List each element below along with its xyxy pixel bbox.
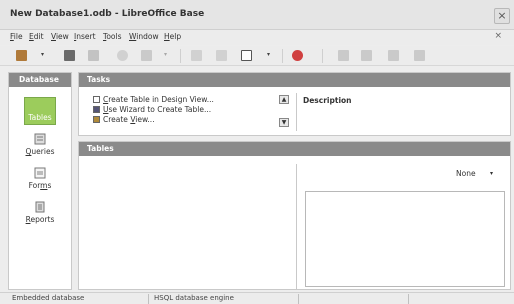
status-bar: Embedded database HSQL database engine [0, 292, 514, 304]
description-label: Description [303, 96, 352, 105]
window-close-button[interactable]: × [494, 8, 510, 24]
toolbar-separator [322, 49, 323, 63]
tables-panel-header: Tables [79, 142, 510, 156]
status-separator [298, 294, 299, 304]
tables-panel: Tables None ▾ [78, 141, 511, 290]
tasks-panel-header: Tasks [79, 73, 510, 87]
status-embedded-database: Embedded database [12, 294, 85, 302]
task-create-table-design-view[interactable]: Create Table in Design View... [93, 95, 214, 104]
design-view-icon [93, 96, 100, 103]
menu-help[interactable]: Help [164, 32, 181, 41]
reports-icon [35, 201, 45, 213]
status-database-engine: HSQL database engine [154, 294, 234, 302]
menu-bar: File Edit View Insert Tools Window Help … [0, 30, 514, 45]
database-panel: Database Tables Queries Forms Reports [8, 72, 72, 290]
database-panel-header: Database [9, 73, 71, 87]
table-icon[interactable] [338, 50, 349, 61]
menu-insert[interactable]: Insert [74, 32, 96, 41]
forms-icon [34, 167, 46, 179]
sort-ascending-icon[interactable] [191, 50, 202, 61]
paste-dropdown-arrow-icon[interactable]: ▾ [164, 51, 167, 58]
toolbar-separator [282, 49, 283, 63]
menu-tools[interactable]: Tools [103, 32, 121, 41]
database-item-queries[interactable]: Queries [9, 133, 71, 156]
preview-mode-dropdown-icon[interactable]: ▾ [490, 170, 493, 177]
report-icon[interactable] [388, 50, 399, 61]
tasks-panel: Tasks Create Table in Design View... Use… [78, 72, 511, 136]
toolbar-separator [180, 49, 181, 63]
database-item-reports[interactable]: Reports [9, 201, 71, 224]
tasks-divider [296, 93, 297, 131]
task-create-view[interactable]: Create View... [93, 115, 155, 124]
task-use-wizard-create-table[interactable]: Use Wizard to Create Table... [93, 105, 211, 114]
preview-area [305, 191, 505, 287]
queries-icon [34, 133, 46, 145]
query-icon[interactable] [414, 50, 425, 61]
window-title: New Database1.odb - LibreOffice Base [10, 9, 205, 19]
tables-divider [296, 164, 297, 289]
title-bar: New Database1.odb - LibreOffice Base × [0, 0, 514, 30]
paste-icon[interactable] [141, 50, 152, 61]
open-folder-icon[interactable] [64, 50, 75, 61]
tasks-scroll-up-button[interactable]: ▲ [279, 95, 289, 104]
sort-descending-icon[interactable] [216, 50, 227, 61]
database-item-tables[interactable]: Tables [9, 97, 71, 136]
new-document-icon[interactable] [16, 50, 27, 61]
form-view-dropdown-arrow-icon[interactable]: ▾ [267, 51, 270, 58]
status-separator [148, 294, 149, 304]
view-icon [93, 116, 100, 123]
menu-window[interactable]: Window [129, 32, 159, 41]
new-dropdown-arrow-icon[interactable]: ▾ [41, 51, 44, 58]
help-lifebuoy-icon[interactable] [292, 50, 303, 61]
document-close-icon[interactable]: × [494, 31, 502, 41]
standard-toolbar: ▾ ▾ ▾ [0, 46, 514, 66]
tables-label: Tables [28, 113, 52, 122]
menu-edit[interactable]: Edit [29, 32, 44, 41]
status-separator [408, 294, 409, 304]
menu-view[interactable]: View [51, 32, 69, 41]
copy-icon[interactable] [117, 50, 128, 61]
form-icon[interactable] [361, 50, 372, 61]
wizard-icon [93, 106, 100, 113]
form-view-icon[interactable] [241, 50, 252, 61]
tasks-scroll-down-button[interactable]: ▼ [279, 118, 289, 127]
database-item-forms[interactable]: Forms [9, 167, 71, 190]
menu-file[interactable]: File [10, 32, 23, 41]
save-icon[interactable] [88, 50, 99, 61]
preview-mode-select[interactable]: None [456, 169, 476, 178]
